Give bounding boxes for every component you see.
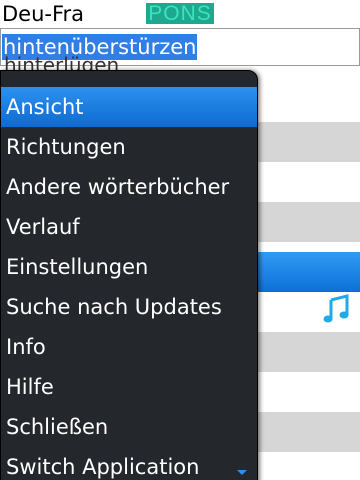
menu-item-info[interactable]: Info	[1, 327, 257, 367]
menu-item-andere-woerterbuecher[interactable]: Andere wörterbücher	[1, 167, 257, 207]
music-note-icon[interactable]	[322, 294, 352, 324]
menu-item-hilfe[interactable]: Hilfe	[1, 367, 257, 407]
menu-item-label: Switch Application	[6, 455, 200, 479]
menu-item-ansicht[interactable]: Ansicht	[1, 87, 257, 127]
menu-top-padding	[1, 71, 257, 87]
menu-item-einstellungen[interactable]: Einstellungen	[1, 247, 257, 287]
menu-item-schliessen[interactable]: Schließen	[1, 407, 257, 447]
menu-item-switch-application[interactable]: Switch Application	[1, 447, 257, 480]
menu-item-suche-nach-updates[interactable]: Suche nach Updates	[1, 287, 257, 327]
pons-logo: PONS	[146, 3, 214, 24]
menu-item-richtungen[interactable]: Richtungen	[1, 127, 257, 167]
context-menu: Ansicht Richtungen Andere wörterbücher V…	[0, 70, 258, 480]
scroll-down-arrow-icon[interactable]	[237, 470, 247, 475]
menu-item-verlauf[interactable]: Verlauf	[1, 207, 257, 247]
app-header: Deu-Fra PONS	[0, 0, 360, 28]
dictionary-direction-label[interactable]: Deu-Fra	[2, 2, 84, 26]
